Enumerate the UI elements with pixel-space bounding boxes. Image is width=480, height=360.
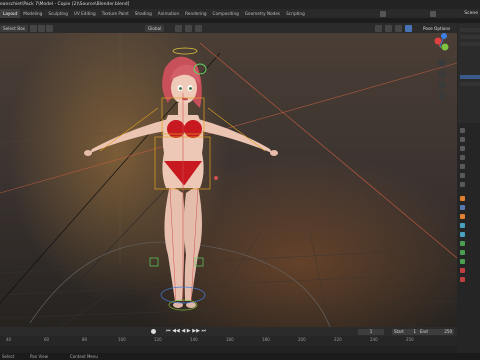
camera-view-icon[interactable] xyxy=(438,81,446,89)
start-label: Start xyxy=(394,329,404,334)
tab-uv-editing[interactable]: UV Editing xyxy=(71,9,99,18)
material-tab-icon[interactable] xyxy=(460,268,465,273)
select-mode-dropdown[interactable]: Select Box xyxy=(0,25,29,32)
select-new-icon[interactable] xyxy=(30,25,37,32)
status-context-menu: Context Menu xyxy=(70,354,98,359)
pivot-icon[interactable] xyxy=(175,25,182,32)
auto-keying-icon[interactable] xyxy=(151,329,156,334)
outliner-row[interactable] xyxy=(460,42,480,46)
tab-animation[interactable]: Animation xyxy=(155,9,182,18)
status-pan-view: Pan View xyxy=(30,354,48,359)
outliner-row[interactable] xyxy=(460,82,480,86)
shading-material-icon[interactable] xyxy=(405,25,412,32)
outliner-row[interactable] xyxy=(460,35,480,39)
xray-icon[interactable] xyxy=(385,25,392,32)
scene-tab-icon[interactable] xyxy=(460,164,465,169)
tab-compositing[interactable]: Compositing xyxy=(210,9,242,18)
scene-icon[interactable] xyxy=(430,11,436,17)
physics-tab-icon[interactable] xyxy=(460,223,465,228)
modifier-tab-icon[interactable] xyxy=(460,205,465,210)
current-frame-field[interactable]: 1 xyxy=(358,329,384,335)
orientation-dropdown[interactable]: Global xyxy=(145,25,165,32)
select-subtract-icon[interactable] xyxy=(46,25,53,32)
timeline-header xyxy=(0,327,457,336)
collection-tab-icon[interactable] xyxy=(460,182,465,187)
texture-tab-icon[interactable] xyxy=(460,277,465,282)
tab-modeling[interactable]: Modeling xyxy=(20,9,45,18)
tab-scripting[interactable]: Scripting xyxy=(283,9,308,18)
light-lines xyxy=(0,42,457,324)
ruler-tick: 180 xyxy=(262,337,270,342)
particles-tab-icon[interactable] xyxy=(460,214,465,219)
ruler-tick: 140 xyxy=(190,337,198,342)
workspace-tabs: Layout Modeling Sculpting UV Editing Tex… xyxy=(0,9,480,18)
bone-tab-icon[interactable] xyxy=(460,250,465,255)
render-tab-icon[interactable] xyxy=(460,137,465,142)
ruler-tick: 240 xyxy=(370,337,378,342)
outliner-row[interactable] xyxy=(460,28,480,32)
end-label: End xyxy=(420,329,428,334)
ruler-tick: 80 xyxy=(82,337,88,342)
tab-layout[interactable]: Layout xyxy=(0,9,21,18)
shading-solid-icon[interactable] xyxy=(395,25,402,32)
end-frame-field[interactable]: End 250 xyxy=(418,329,454,335)
proportional-edit-icon[interactable] xyxy=(195,25,202,32)
playback-controls[interactable]: ⏮ ◀◀ ◀ ▶ ▶▶ ⏭ xyxy=(166,328,206,334)
snap-icon[interactable] xyxy=(185,25,192,32)
scene-label[interactable]: Scene xyxy=(464,9,478,18)
character-model[interactable] xyxy=(84,56,278,308)
pan-view-icon[interactable] xyxy=(438,70,446,78)
overlay-icon[interactable] xyxy=(375,25,382,32)
ruler-tick: 160 xyxy=(226,337,234,342)
file-path: eanschiet\Pack 7\Model - Copie (2)\Sourc… xyxy=(0,2,130,7)
pose-options-dropdown[interactable]: Pose Options xyxy=(423,25,450,32)
ruler-tick: 250 xyxy=(406,337,414,342)
floor-grid xyxy=(0,232,457,327)
bone-constraint-tab-icon[interactable] xyxy=(460,259,465,264)
view-layer-tab-icon[interactable] xyxy=(460,155,465,160)
ruler-tick: 40 xyxy=(6,337,12,342)
ruler-tick: 100 xyxy=(118,337,126,342)
object-data-tab-icon[interactable] xyxy=(460,241,465,246)
output-tab-icon[interactable] xyxy=(460,146,465,151)
end-value: 250 xyxy=(444,329,452,334)
outliner-row-selected[interactable] xyxy=(460,75,480,79)
perspective-toggle-icon[interactable] xyxy=(438,92,446,100)
constraints-tab-icon[interactable] xyxy=(460,232,465,237)
3d-viewport[interactable] xyxy=(0,33,457,327)
start-value: 1 xyxy=(413,329,416,334)
tab-geometry-nodes[interactable]: Geometry Nodes xyxy=(242,9,283,18)
select-extend-icon[interactable] xyxy=(38,25,45,32)
tool-tab-icon[interactable] xyxy=(460,128,465,133)
ruler-tick: 60 xyxy=(44,337,50,342)
halo-control[interactable] xyxy=(172,47,198,55)
viewport-scene xyxy=(0,33,457,327)
workspace-add-icon[interactable] xyxy=(380,11,386,17)
tab-rendering[interactable]: Rendering xyxy=(182,9,209,18)
status-select: Select xyxy=(2,354,15,359)
start-frame-field[interactable]: Start 1 xyxy=(392,329,418,335)
tab-shading[interactable]: Shading xyxy=(132,9,155,18)
tab-sculpting[interactable]: Sculpting xyxy=(45,9,71,18)
ruler-tick: 200 xyxy=(298,337,306,342)
tab-texture-paint[interactable]: Texture Paint xyxy=(99,9,132,18)
zoom-view-icon[interactable] xyxy=(438,59,446,67)
ruler-tick: 220 xyxy=(334,337,342,342)
object-tab-icon[interactable] xyxy=(460,196,465,201)
navigation-gizmo[interactable] xyxy=(434,33,449,51)
ruler-tick: 120 xyxy=(154,337,162,342)
world-tab-icon[interactable] xyxy=(460,173,465,178)
